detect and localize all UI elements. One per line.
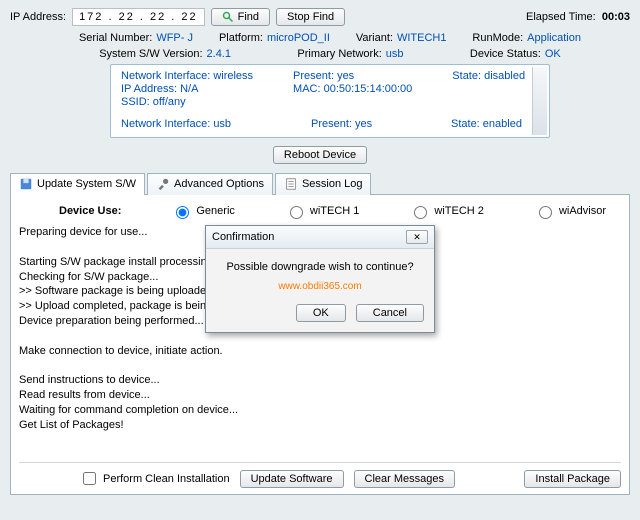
- radio-witech1-label: wiTECH 1: [310, 205, 360, 217]
- runmode-value: Application: [527, 32, 581, 44]
- tools-icon: [156, 177, 170, 191]
- device-use-label: Device Use:: [59, 205, 121, 217]
- platform-value: microPOD_II: [267, 32, 330, 44]
- variant-label: Variant:: [356, 32, 393, 44]
- serial-value: WFP- J: [156, 32, 193, 44]
- net-wireless-interface: Network Interface: wireless: [121, 70, 253, 82]
- radio-generic[interactable]: Generic: [171, 203, 235, 219]
- tab-session-log[interactable]: Session Log: [275, 173, 372, 195]
- radio-witech1[interactable]: wiTECH 1: [285, 203, 360, 219]
- tab-update-label: Update System S/W: [37, 178, 136, 190]
- dialog-ok-button[interactable]: OK: [296, 304, 346, 322]
- disk-icon: [19, 177, 33, 191]
- elapsed-label: Elapsed Time:: [526, 11, 596, 23]
- net-wireless-state: State: disabled: [452, 70, 525, 82]
- primary-network-label: Primary Network:: [297, 48, 381, 60]
- radio-generic-input[interactable]: [176, 206, 189, 219]
- device-status-value: OK: [545, 48, 561, 60]
- document-icon: [284, 177, 298, 191]
- stop-find-button[interactable]: Stop Find: [276, 8, 345, 26]
- dialog-message: Possible downgrade wish to continue?: [216, 261, 424, 273]
- device-status-label: Device Status:: [470, 48, 541, 60]
- radio-witech2[interactable]: wiTECH 2: [409, 203, 484, 219]
- find-button-label: Find: [238, 11, 259, 23]
- radio-witech2-label: wiTECH 2: [434, 205, 484, 217]
- clear-messages-button[interactable]: Clear Messages: [354, 470, 455, 488]
- bottom-bar: Perform Clean Installation Update Softwa…: [19, 462, 621, 488]
- net-wireless-mac: MAC: 00:50:15:14:00:00: [293, 83, 412, 95]
- tab-bar: Update System S/W Advanced Options Sessi…: [10, 172, 630, 195]
- top-bar: IP Address: 172 . 22 . 22 . 22 Find Stop…: [10, 8, 630, 26]
- update-software-button[interactable]: Update Software: [240, 470, 344, 488]
- ip-address-label: IP Address:: [10, 11, 66, 23]
- search-icon: [222, 11, 234, 23]
- serial-label: Serial Number:: [79, 32, 152, 44]
- tab-advanced-label: Advanced Options: [174, 178, 264, 190]
- info-row-1: Serial Number: WFP- J Platform: microPOD_I…: [70, 32, 590, 44]
- clean-install-checkbox[interactable]: Perform Clean Installation: [79, 469, 230, 488]
- radio-wiadvisor-input[interactable]: [539, 206, 552, 219]
- device-use-row: Device Use: Generic wiTECH 1 wiTECH 2 wi…: [19, 201, 621, 225]
- dialog-title: Confirmation: [212, 231, 274, 243]
- radio-wiadvisor[interactable]: wiAdvisor: [534, 203, 606, 219]
- confirmation-dialog: Confirmation ✕ Possible downgrade wish t…: [205, 225, 435, 333]
- elapsed-value: 00:03: [602, 11, 630, 23]
- net-usb-present: Present: yes: [311, 118, 411, 130]
- install-package-button[interactable]: Install Package: [524, 470, 621, 488]
- runmode-label: RunMode:: [472, 32, 523, 44]
- net-wireless-ip: IP Address: N/A: [121, 83, 253, 95]
- sw-version-value: 2.4.1: [207, 48, 231, 60]
- info-row-2: System S/W Version: 2.4.1 Primary Network…: [70, 48, 590, 60]
- sw-version-label: System S/W Version:: [99, 48, 202, 60]
- clean-install-label: Perform Clean Installation: [103, 473, 230, 485]
- platform-label: Platform:: [219, 32, 263, 44]
- primary-network-value: usb: [386, 48, 404, 60]
- network-interfaces-box: Network Interface: wireless IP Address: …: [110, 64, 550, 138]
- net-wireless-ssid: SSID: off/any: [121, 96, 253, 108]
- radio-wiadvisor-label: wiAdvisor: [559, 205, 606, 217]
- variant-value: WITECH1: [397, 32, 447, 44]
- radio-witech1-input[interactable]: [290, 206, 303, 219]
- tab-session-log-label: Session Log: [302, 178, 363, 190]
- dialog-close-button[interactable]: ✕: [406, 230, 428, 244]
- net-wireless-present: Present: yes: [293, 70, 412, 82]
- tab-advanced-options[interactable]: Advanced Options: [147, 173, 273, 195]
- ip-address-input[interactable]: 172 . 22 . 22 . 22: [72, 8, 205, 26]
- radio-generic-label: Generic: [196, 205, 235, 217]
- net-usb-state: State: enabled: [451, 118, 522, 130]
- radio-witech2-input[interactable]: [414, 206, 427, 219]
- watermark-text: www.obdii365.com: [216, 281, 424, 292]
- dialog-cancel-button[interactable]: Cancel: [356, 304, 424, 322]
- tab-update-system-sw[interactable]: Update System S/W: [10, 173, 145, 195]
- clean-install-input[interactable]: [83, 472, 96, 485]
- reboot-device-button[interactable]: Reboot Device: [273, 146, 367, 164]
- net-usb-interface: Network Interface: usb: [121, 118, 271, 130]
- close-icon: ✕: [413, 232, 421, 243]
- find-button[interactable]: Find: [211, 8, 270, 26]
